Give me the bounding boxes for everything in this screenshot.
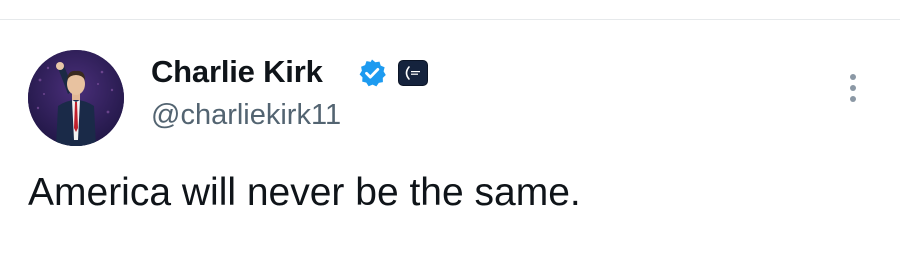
more-dot [850,85,856,91]
organization-affiliate-icon[interactable] [398,60,428,86]
more-dot [850,96,856,102]
avatar[interactable] [28,50,124,146]
display-name[interactable]: Charlie Kirk [151,52,323,92]
more-options-icon[interactable] [838,68,868,108]
top-divider [0,19,900,20]
tweet-text: America will never be the same. [28,171,581,214]
affiliate-logo [405,66,420,80]
verified-badge-icon[interactable] [357,58,387,88]
avatar-image [28,50,124,146]
more-dot [850,74,856,80]
handle[interactable]: @charliekirk11 [151,97,341,133]
